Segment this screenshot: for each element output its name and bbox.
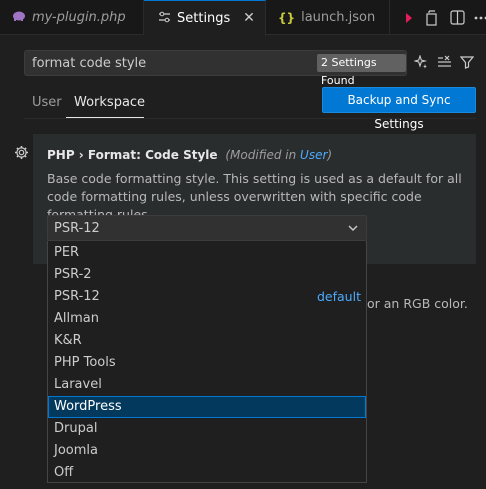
select-current-value: PSR-12 [54,221,100,236]
results-count-badge: 2 Settings Found [317,54,406,87]
settings-sliders-icon [158,11,171,26]
more-actions-icon[interactable] [470,7,486,29]
option-psr-2[interactable]: PSR-2 [48,264,366,286]
settings-search-input[interactable]: format code style 2 Settings Found [24,50,407,87]
option-wordpress[interactable]: WordPress [48,396,366,418]
option-allman[interactable]: Allman [48,308,366,330]
editor-tab-bar: my-plugin.php Settings ✕ {} launch.json [0,0,486,36]
tab-launch-json[interactable]: {} launch.json [266,0,390,35]
option-per[interactable]: PER [48,242,366,264]
sparkle-icon[interactable] [410,51,432,73]
modified-indicator: (Modified in User) [225,148,332,162]
code-style-select[interactable]: PSR-12 [47,215,367,241]
option-joomla[interactable]: Joomla [48,440,366,462]
option-laravel[interactable]: Laravel [48,374,366,396]
setting-title: PHP › Format: Code Style (Modified in Us… [47,148,332,162]
chevron-down-icon [346,221,360,239]
option-drupal[interactable]: Drupal [48,418,366,440]
setting-breadcrumb: PHP › Format: [47,148,146,162]
next-setting-description: or an RGB color. [367,296,468,311]
tab-label: my-plugin.php [32,10,126,25]
split-editor-icon[interactable] [446,7,468,29]
filter-icon[interactable] [456,51,478,73]
close-icon[interactable]: ✕ [241,10,257,26]
tab-label: launch.json [301,10,376,25]
search-tools [410,51,478,73]
modified-in-user-link[interactable]: User [300,148,327,162]
modified-suffix: ) [327,148,333,162]
tab-label: Settings [177,11,231,26]
clear-filter-list-icon[interactable] [433,51,455,73]
open-file-icon[interactable] [420,7,442,29]
tab-my-plugin-php[interactable]: my-plugin.php [0,0,144,35]
modified-prefix: (Modified in [225,148,301,162]
tab-settings[interactable]: Settings ✕ [144,0,266,36]
tab-workspace[interactable]: Workspace [74,95,145,110]
option-off[interactable]: Off [48,462,366,484]
option-php-tools[interactable]: PHP Tools [48,352,366,374]
setting-name: Code Style [145,148,218,162]
editor-actions [398,0,486,35]
elephant-icon [12,10,26,25]
option-label: PSR-12 [54,289,100,304]
divider [24,118,476,119]
select-dropdown-list: PER PSR-2 PSR-12 default Allman K&R PHP … [47,241,367,483]
search-value: format code style [32,56,147,71]
split-more-icon[interactable] [398,7,420,29]
gear-icon[interactable] [14,145,29,164]
default-tag: default [317,289,361,304]
backup-sync-button[interactable]: Backup and Sync Settings [322,87,476,131]
json-braces-icon: {} [278,10,296,25]
option-psr-12[interactable]: PSR-12 default [48,286,366,308]
tab-user[interactable]: User [32,95,62,110]
option-k-and-r[interactable]: K&R [48,330,366,352]
